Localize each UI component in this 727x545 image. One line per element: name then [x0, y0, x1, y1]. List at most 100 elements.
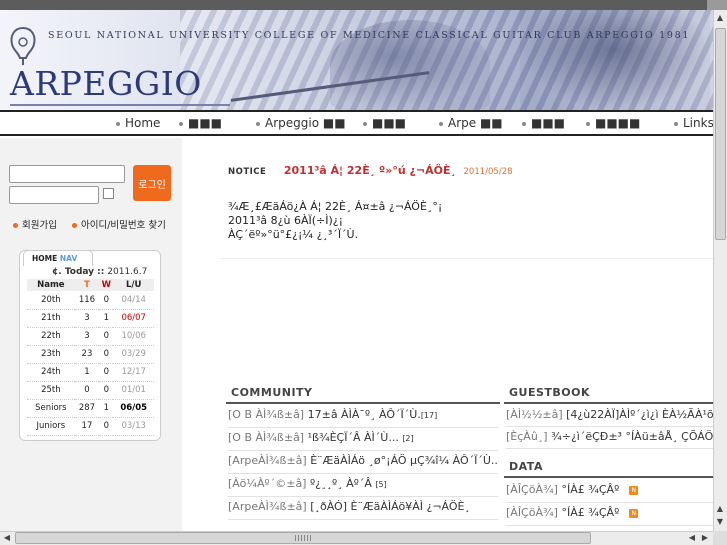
col-t: T: [74, 279, 100, 291]
row-category: [ÀÎÇöÀ¾]: [506, 506, 558, 519]
row-category: [ArpeÀÌ¾ß±â]: [228, 454, 307, 467]
counter-week: 0: [99, 363, 114, 382]
community-row[interactable]: [Àö¼Àº´©±â] º¿¸¸º¸ Àº´Â [5]: [228, 477, 498, 490]
row-title: ¾÷¿ì´ëÇÐ±³ °ÍÀü±âÅ¸ ÇÕÁÖ´ÜÀÔ: [551, 430, 713, 443]
nav-item-6[interactable]: ■■■: [522, 116, 565, 130]
row-category: [O B ÀÌ¾ß±â]: [228, 408, 305, 421]
counter-total: 0: [74, 381, 100, 400]
row-category: [Àö¼Àº´©±â]: [228, 477, 307, 490]
row-title: [¸ðÀÓ] È¨ÆäÀÌÁö¥ÀÌ ¿¬ÁÖÈ¸: [306, 500, 470, 513]
data-row[interactable]: [ÀÎÇöÀ¾] °ÍÀ£ ¾ÇÂº N: [506, 483, 713, 496]
counter-row: 20th 116 0 04/14: [27, 291, 154, 310]
community-rule: [226, 402, 500, 404]
row-category: [ArpeÀÌ¾ß±â]: [228, 500, 307, 513]
community-row[interactable]: [ArpeÀÌ¾ß±â] È¨ÆäÀÌÁö ¸ø°¡ÁÖ µÇ¾î¼­ ÀÔ´Ï…: [228, 454, 498, 467]
scroll-up-icon[interactable]: ▲: [714, 12, 726, 24]
row-title: °ÍÀ£ ¾ÇÂº: [557, 483, 620, 496]
nav-item-links[interactable]: Links: [674, 116, 714, 130]
scroll-left-icon[interactable]: ◀: [1, 532, 13, 544]
bullet-icon: [72, 223, 77, 228]
counter-last-update: 04/14: [113, 291, 154, 310]
login-button[interactable]: 로그인: [133, 165, 171, 201]
counter-name: Seniors: [27, 399, 75, 418]
counter-name: 21th: [27, 309, 75, 328]
counter-row: 22th 3 0 10/06: [27, 327, 154, 346]
community-row[interactable]: [ArpeÀÌ¾ß±â] [¸ðÀÓ] È¨ÆäÀÌÁö¥ÀÌ ¿¬ÁÖÈ¸: [228, 500, 498, 513]
counter-total: 287: [74, 399, 100, 418]
nav-item-home[interactable]: Home: [116, 116, 160, 130]
bullet-icon: [13, 223, 18, 228]
guestbook-row[interactable]: [ÈçÀû¸] ¾÷¿ì´ëÇÐ±³ °ÍÀü±âÅ¸ ÇÕÁÖ´ÜÀÔ: [506, 430, 713, 443]
counter-total: 3: [74, 309, 100, 328]
guestbook-row[interactable]: [ÀÌ½½±â] [4¿ù22ÀÏ]ÀÌº´¿ì¿ì ÈÀ½ÃÀ¹õ: [506, 408, 713, 421]
counter-last-update: 06/07: [113, 309, 154, 328]
scroll-down-icon[interactable]: ▼: [714, 516, 726, 528]
counter-last-update: 03/13: [113, 417, 154, 436]
counter-row: 23th 23 0 03/29: [27, 345, 154, 364]
nav-item-7[interactable]: ■■■■: [586, 116, 640, 130]
counter-week: 1: [99, 309, 114, 328]
nav-item-2[interactable]: ■■■: [179, 116, 222, 130]
row-category: [ÀÌ½½±â]: [506, 408, 563, 421]
divider: [228, 519, 498, 520]
row-category: [O B ÀÌ¾ß±â]: [228, 431, 305, 444]
scroll-right-icon[interactable]: ▶: [699, 532, 711, 544]
data-heading: DATA: [509, 460, 543, 473]
main-navigation: Home ■■■ Arpeggio ■■ ■■■ Arpe ■■ ■■■ ■■■…: [0, 110, 714, 136]
row-category: [ÀÎÇöÀ¾]: [506, 483, 558, 496]
save-login-checkbox[interactable]: [103, 188, 114, 199]
counter-header-row: Name T W L/U: [27, 279, 154, 291]
divider: [220, 258, 713, 259]
counter-name: 24th: [27, 363, 75, 382]
counter-total: 17: [74, 417, 100, 436]
guitar-ornament-icon: [10, 26, 36, 65]
find-account-link[interactable]: 아이디/비밀번호 찾기: [72, 217, 166, 231]
nav-item-4[interactable]: ■■■: [363, 116, 406, 130]
scroll-left-icon[interactable]: ◀: [686, 532, 698, 544]
bullet-icon: [522, 121, 526, 126]
row-title: È¨ÆäÀÌÁö ¸ø°¡ÁÖ µÇ¾î¼­ ÀÔ´Ï´Ù.....: [306, 454, 498, 467]
counter-total: 116: [74, 291, 100, 310]
bullet-icon: [179, 121, 183, 126]
counter-last-update: 12/17: [113, 363, 154, 382]
counter-total: 23: [74, 345, 100, 364]
data-row[interactable]: [ÀÎÇöÀ¾] °ÍÀ£ ¾ÇÂº N: [506, 506, 713, 519]
notice-date: 2011/05/28: [463, 167, 513, 177]
window-title-bar-control: [707, 0, 727, 10]
username-input[interactable]: [9, 165, 125, 183]
community-row[interactable]: [O B ÀÌ¾ß±â] 17±â ÀÌÀ¯º¸ ÀÔ´Ï´Ù.[17]: [228, 408, 498, 421]
counter-tab[interactable]: HOME NAV: [23, 250, 93, 266]
nav-item-arpeggio[interactable]: Arpeggio ■■: [256, 116, 346, 130]
notice-line: NOTICE 2011³â Á¦ 22È¸ º»°ú ¿¬ÁÖÈ¸ 2011/0…: [228, 164, 513, 177]
counter-name: Juniors: [27, 417, 75, 436]
bullet-icon: [256, 121, 260, 126]
counter-last-update: 06/05: [113, 399, 154, 418]
counter-total: 1: [74, 363, 100, 382]
header-caption: SEOUL NATIONAL UNIVERSITY COLLEGE OF MED…: [48, 30, 691, 41]
site-logo[interactable]: ARPEGGIO: [10, 64, 202, 103]
counter-week: 0: [99, 381, 114, 400]
scrollbar-corner: [713, 531, 727, 545]
counter-week: 0: [99, 345, 114, 364]
vertical-scroll-thumb[interactable]: [715, 28, 726, 240]
divider: [506, 502, 713, 503]
window-title-bar: [0, 0, 727, 10]
row-title: ¹ß¾ÈÇÏ´Â ÀÌ´Ù...: [304, 431, 403, 444]
site-header-banner: SEOUL NATIONAL UNIVERSITY COLLEGE OF MED…: [0, 10, 713, 110]
scroll-up-icon[interactable]: ▲: [714, 503, 726, 515]
counter-name: 20th: [27, 291, 75, 310]
bullet-icon: [674, 121, 678, 126]
new-icon: N: [629, 485, 639, 495]
notice-title[interactable]: 2011³â Á¦ 22È¸ º»°ú ¿¬ÁÖÈ¸: [284, 164, 456, 177]
counter-name: 25th: [27, 381, 75, 400]
counter-row: 25th 0 0 01/01: [27, 381, 154, 400]
counter-row: 21th 3 1 06/07: [27, 309, 154, 328]
counter-name: 23th: [27, 345, 75, 364]
nav-item-arpe[interactable]: Arpe ■■: [439, 116, 503, 130]
bullet-icon: [586, 121, 590, 126]
col-w: W: [99, 279, 114, 291]
comment-count: [5]: [375, 480, 387, 489]
join-link[interactable]: 회원가입: [13, 217, 57, 231]
community-row[interactable]: [O B ÀÌ¾ß±â] ¹ß¾ÈÇÏ´Â ÀÌ´Ù... [2]: [228, 431, 498, 444]
password-input[interactable]: [9, 186, 99, 204]
